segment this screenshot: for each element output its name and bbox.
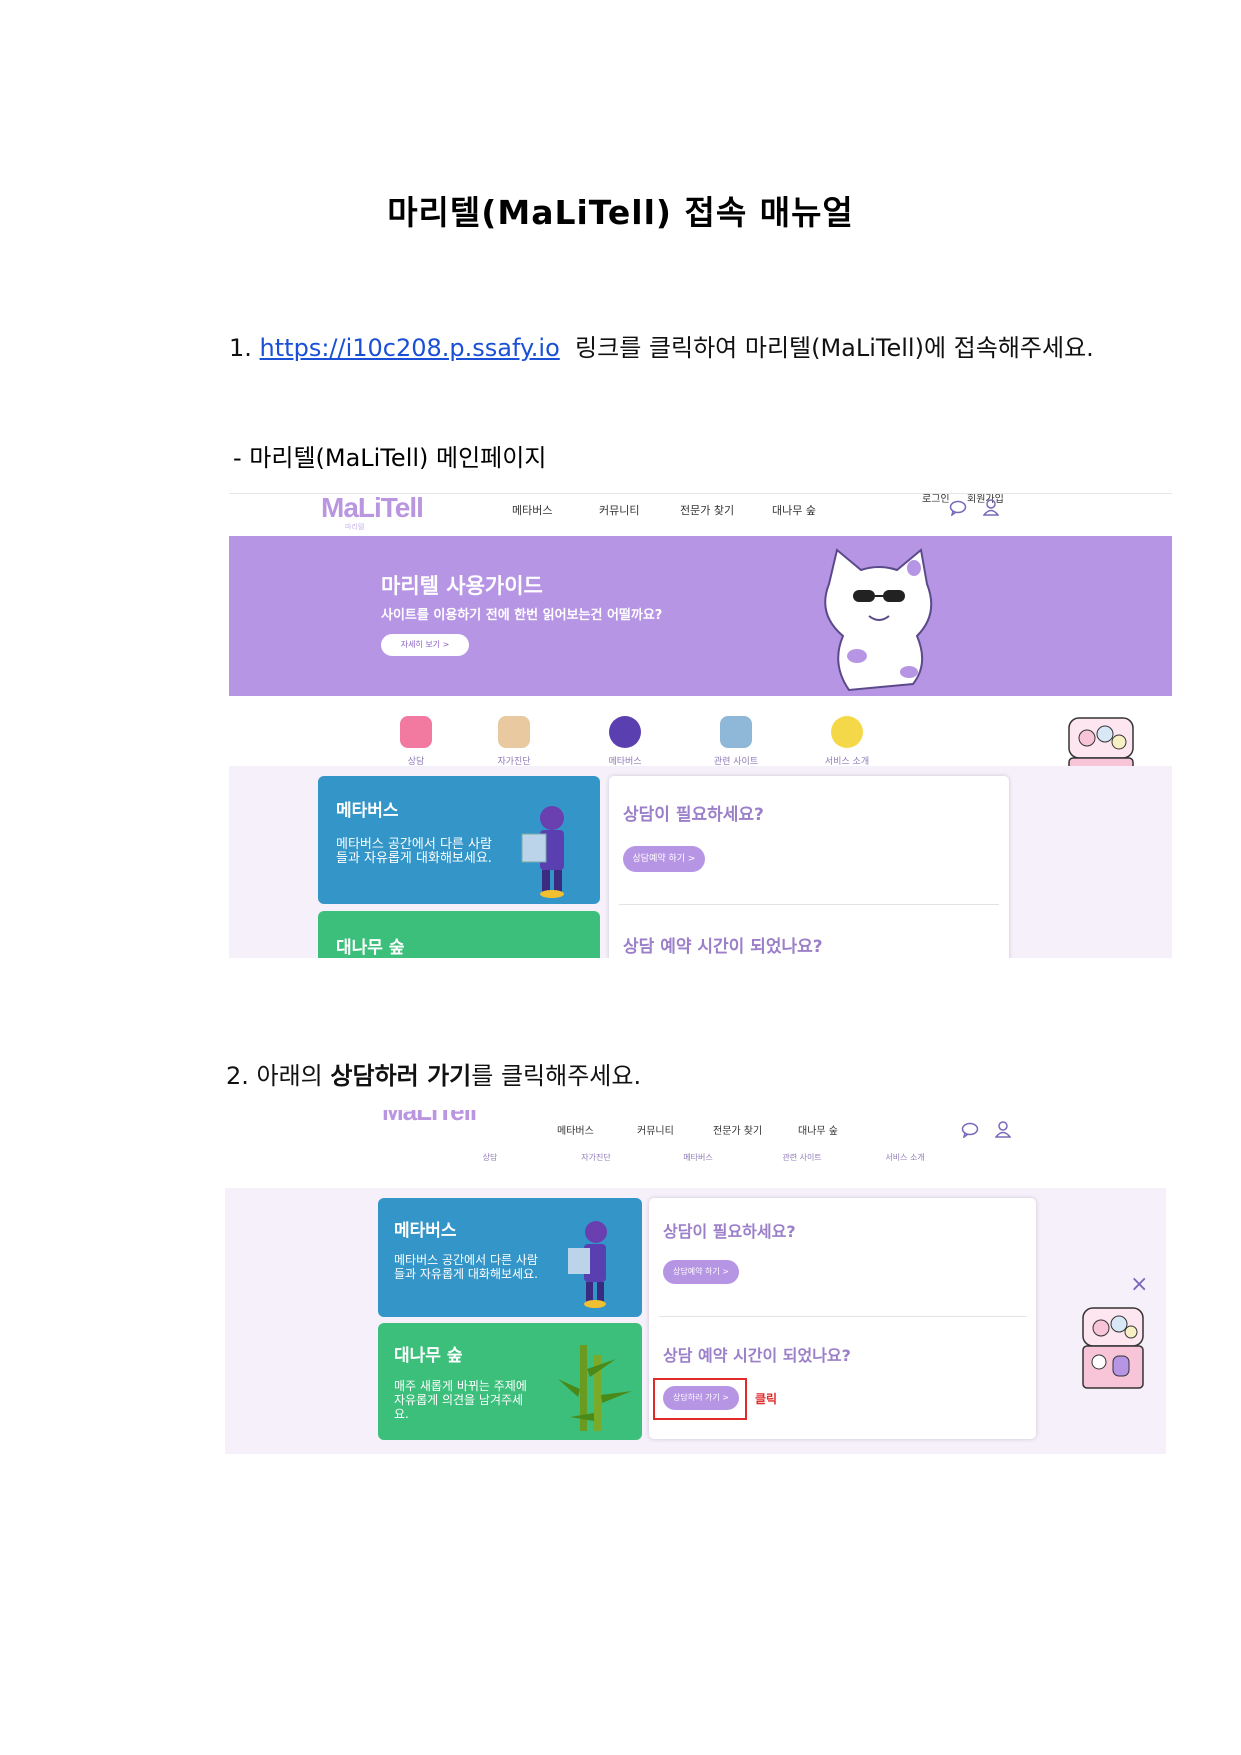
- step-1-number: 1.: [229, 334, 252, 362]
- quick-metaverse[interactable]: 메타버스: [590, 716, 660, 767]
- click-annotation: 클릭: [755, 1392, 778, 1406]
- metaverse-card[interactable]: 메타버스 메타버스 공간에서 다른 사람들과 자유롭게 대화해보세요.: [318, 776, 600, 904]
- quick-self-test-2[interactable]: 자가진단: [561, 1140, 631, 1163]
- avatar-character-icon: [521, 806, 564, 898]
- reserve-counsel-button[interactable]: 상담예약 하기 >: [623, 846, 705, 872]
- main-page-screenshot: 로그인 회원가입 MaLiTell 마리텔 메타버스 커뮤니티 전문가 찾기 대…: [229, 488, 1172, 958]
- panel-divider: [619, 904, 999, 905]
- vr-headset-icon: [609, 716, 641, 748]
- clipboard-icon: [498, 716, 530, 748]
- bamboo-icon: [558, 1345, 632, 1431]
- nav-metaverse-2[interactable]: 메타버스: [557, 1122, 594, 1137]
- site-logo[interactable]: MaLiTell: [321, 492, 424, 524]
- page-title: 마리텔(MaLiTell) 접속 매뉴얼: [387, 193, 854, 232]
- browser-icon-clipped: [767, 1140, 837, 1152]
- metaverse-card-2-desc: 메타버스 공간에서 다른 사람들과 자유롭게 대화해보세요.: [394, 1253, 538, 1281]
- step-2: 2. 아래의 상담하러 가기를 클릭해주세요.: [226, 1056, 641, 1091]
- gacha-machine-icon-2[interactable]: [1075, 1302, 1151, 1394]
- reservation-time-question: 상담 예약 시간이 되었나요?: [623, 937, 823, 957]
- nav-bamboo-2[interactable]: 대나무 숲: [798, 1122, 838, 1137]
- quick-related-sites[interactable]: 관련 사이트: [701, 716, 771, 767]
- nav-community[interactable]: 커뮤니티: [599, 502, 639, 518]
- bamboo-card-2[interactable]: 대나무 숲 매주 새롭게 바뀌는 주제에 자유롭게 의견을 남겨주세요.: [378, 1323, 642, 1440]
- browser-icon: [720, 716, 752, 748]
- reservation-time-question-2: 상담 예약 시간이 되었나요?: [663, 1346, 851, 1365]
- lightbulb-icon-clipped: [870, 1140, 940, 1152]
- site-logo-clipped[interactable]: MaLiTell: [382, 1110, 477, 1127]
- user-icon[interactable]: [983, 498, 999, 516]
- counsel-question: 상담이 필요하세요?: [623, 805, 764, 825]
- screenshot-caption: - 마리텔(MaLiTell) 메인페이지: [233, 444, 547, 472]
- banner-detail-button[interactable]: 자세히 보기 >: [381, 634, 469, 656]
- counsel-question-2: 상담이 필요하세요?: [663, 1222, 796, 1241]
- avatar-character-icon-2: [568, 1221, 607, 1308]
- step-1: 1. https://i10c208.p.ssafy.io 링크를 클릭하여 마…: [229, 325, 1099, 371]
- site-logo-sub: 마리텔: [345, 523, 365, 531]
- quick-self-test-2-label: 자가진단: [581, 1153, 611, 1162]
- quick-metaverse-2[interactable]: 메타버스: [663, 1140, 733, 1163]
- highlight-box: [653, 1378, 747, 1420]
- reserve-counsel-button-2[interactable]: 상담예약 하기 >: [663, 1260, 739, 1284]
- heart-chat-icon: [400, 716, 432, 748]
- lightbulb-icon: [831, 716, 863, 748]
- bamboo-card-2-title: 대나무 숲: [394, 1346, 463, 1366]
- banner-title: 마리텔 사용가이드: [381, 574, 543, 598]
- quick-service-intro-2[interactable]: 서비스 소개: [870, 1140, 940, 1163]
- counsel-panel: 상담이 필요하세요? 상담예약 하기 > 상담 예약 시간이 되었나요?: [609, 776, 1009, 958]
- quick-service-intro-2-label: 서비스 소개: [885, 1153, 925, 1162]
- counsel-panel-2: 상담이 필요하세요? 상담예약 하기 > 상담 예약 시간이 되었나요? 상담하…: [649, 1198, 1036, 1439]
- nav-bamboo[interactable]: 대나무 숲: [772, 502, 816, 518]
- quick-related-sites-2-label: 관련 사이트: [782, 1153, 822, 1162]
- step-1-text: 링크를 클릭하여 마리텔(MaLiTell)에 접속해주세요.: [575, 334, 1094, 362]
- bamboo-card-title: 대나무 숲: [336, 938, 405, 958]
- chat-icon-2[interactable]: [961, 1122, 979, 1138]
- cat-illustration-icon: [824, 548, 933, 692]
- metaverse-card-2-title: 메타버스: [394, 1221, 457, 1241]
- clipboard-icon-clipped: [561, 1140, 631, 1152]
- metaverse-card-title: 메타버스: [336, 801, 399, 821]
- quick-related-sites-2[interactable]: 관련 사이트: [767, 1140, 837, 1163]
- metaverse-card-2[interactable]: 메타버스 메타버스 공간에서 다른 사람들과 자유롭게 대화해보세요.: [378, 1198, 642, 1317]
- panel-divider-2: [659, 1316, 1027, 1317]
- metaverse-card-desc: 메타버스 공간에서 다른 사람들과 자유롭게 대화해보세요.: [336, 837, 492, 866]
- step-2-suffix: 를 클릭해주세요.: [471, 1062, 642, 1090]
- site-link[interactable]: https://i10c208.p.ssafy.io: [260, 334, 560, 362]
- nav-experts-2[interactable]: 전문가 찾기: [713, 1122, 762, 1137]
- bamboo-card-2-desc: 매주 새롭게 바뀌는 주제에 자유롭게 의견을 남겨주세요.: [394, 1379, 527, 1421]
- guide-banner: 마리텔 사용가이드 사이트를 이용하기 전에 한번 읽어보는건 어떨까요? 자세…: [229, 536, 1172, 696]
- nav-experts[interactable]: 전문가 찾기: [680, 502, 734, 518]
- quick-service-intro[interactable]: 서비스 소개: [812, 716, 882, 767]
- nav-metaverse[interactable]: 메타버스: [512, 502, 552, 518]
- counsel-icon-clipped: [455, 1140, 525, 1152]
- bamboo-card[interactable]: 대나무 숲: [318, 911, 600, 958]
- quick-self-test[interactable]: 자가진단: [479, 716, 549, 767]
- quick-counsel-2-label: 상담: [482, 1153, 498, 1162]
- banner-subtitle: 사이트를 이용하기 전에 한번 읽어보는건 어떨까요?: [381, 608, 663, 623]
- step-2-bold: 상담하러 가기: [330, 1062, 472, 1090]
- quick-metaverse-2-label: 메타버스: [683, 1153, 713, 1162]
- user-icon-2[interactable]: [995, 1120, 1011, 1138]
- scrolled-page-screenshot: MaLiTell 메타버스 커뮤니티 전문가 찾기 대나무 숲 상담 자가진단 …: [225, 1110, 1166, 1454]
- quick-counsel-2[interactable]: 상담: [455, 1140, 525, 1163]
- chat-icon[interactable]: [949, 500, 967, 516]
- close-icon[interactable]: ×: [1130, 1272, 1148, 1297]
- vr-icon-clipped: [663, 1140, 733, 1152]
- step-2-prefix: 2. 아래의: [226, 1062, 331, 1090]
- nav-community-2[interactable]: 커뮤니티: [637, 1122, 674, 1137]
- quick-counsel[interactable]: 상담: [381, 716, 451, 767]
